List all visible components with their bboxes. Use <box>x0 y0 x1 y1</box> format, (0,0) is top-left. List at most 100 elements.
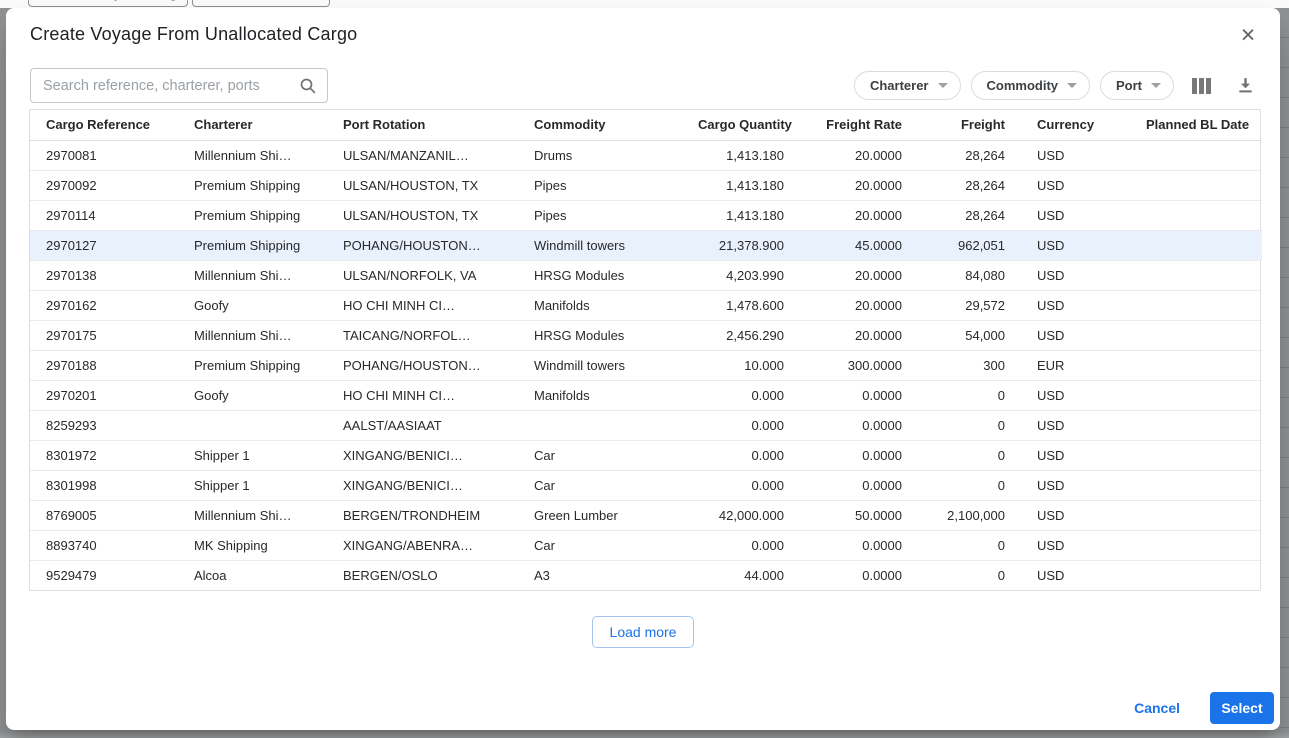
search-input[interactable] <box>43 77 299 94</box>
cell-port_rotation: BERGEN/OSLO <box>343 567 438 583</box>
cell-cargo_quantity: 0.000 <box>682 530 800 561</box>
table-row[interactable]: 2970162 Goofy HO CHI MINH CI… Manifolds 1,47… <box>30 290 1262 321</box>
cell-ref: 2970188 <box>30 350 178 381</box>
cell-currency: USD <box>1021 170 1130 201</box>
cell-cargo_quantity: 44.000 <box>744 567 784 583</box>
cell-port_rotation: XINGANG/BENICI… <box>327 440 518 471</box>
cell-freight: 29,572 <box>918 290 1021 321</box>
cell-commodity: Windmill towers <box>518 230 682 261</box>
cell-cargo_quantity: 21,378.900 <box>682 230 800 261</box>
cell-currency: USD <box>1021 440 1130 471</box>
cell-freight_rate: 300.0000 <box>800 350 918 381</box>
close-icon[interactable]: × <box>1230 18 1266 54</box>
cell-cargo_quantity: 10.000 <box>682 350 800 381</box>
commodity-filter-dropdown[interactable]: Commodity <box>970 71 1090 100</box>
column-header-charterer[interactable]: Charterer <box>178 110 327 141</box>
cell-port_rotation: AALST/AASIAAT <box>327 410 518 441</box>
cell-commodity: HRSG Modules <box>518 320 682 351</box>
toolbar: Charterer Commodity Port <box>30 68 1262 104</box>
column-header-planned_bl_date[interactable]: Planned BL Date <box>1130 110 1262 141</box>
column-header-cargo_quantity[interactable]: Cargo Quantity <box>682 110 800 141</box>
table-row[interactable]: 8259293 AALST/AASIAAT 0.000 0.0000 0 USD <box>30 410 1262 441</box>
column-header-freight[interactable]: Freight <box>918 110 1021 141</box>
cell-cargo_quantity: 1,478.600 <box>682 290 800 321</box>
cell-commodity: Car <box>518 470 682 501</box>
cell-freight_rate: 20.0000 <box>800 290 918 321</box>
cell-currency: USD <box>1021 500 1130 531</box>
cell-commodity: Pipes <box>518 200 682 231</box>
column-header-currency[interactable]: Currency <box>1021 110 1130 141</box>
table-row[interactable]: 8301998 Shipper 1 XINGANG/BENICI… Car 0.000 0… <box>30 470 1262 501</box>
cell-planned_bl_date <box>1130 290 1262 321</box>
column-header-freight_rate[interactable]: Freight Rate <box>800 110 918 141</box>
table-row[interactable]: 2970092 Premium Shipping ULSAN/HOUSTON, TX… <box>30 170 1262 201</box>
table-row[interactable]: 2970081 Millennium Shi… ULSAN/MANZANIL… Dru… <box>30 140 1262 171</box>
charterer-filter-dropdown[interactable]: Charterer <box>853 71 961 100</box>
cell-ref: 8301972 <box>30 440 178 471</box>
cell-charterer: Millennium Shi… <box>178 260 327 291</box>
table-row[interactable]: 2970127 Premium Shipping POHANG/HOUSTON… Wi… <box>30 230 1262 261</box>
cell-freight: 28,264 <box>918 140 1021 171</box>
cell-ref: 2970092 <box>30 170 178 201</box>
table-row[interactable]: 8769005 Millennium Shi… BERGEN/TRONDHEIM Gr… <box>30 500 1262 531</box>
create-voyage-dialog: Create Voyage From Unallocated Cargo × C… <box>6 8 1280 730</box>
cell-freight: 54,000 <box>918 320 1021 351</box>
cancel-button[interactable]: Cancel <box>1126 694 1188 722</box>
search-icon <box>299 77 317 95</box>
table-row[interactable]: 2970201 Goofy HO CHI MINH CI… Manifolds 0.00… <box>30 380 1262 411</box>
cell-cargo_quantity: 4,203.990 <box>682 260 800 291</box>
cell-freight: 28,264 <box>918 200 1021 231</box>
load-more-button[interactable]: Load more <box>591 616 695 648</box>
cell-currency: USD <box>1021 410 1130 441</box>
dialog-footer: Cancel Select <box>1126 692 1274 724</box>
cell-currency: USD <box>1021 470 1130 501</box>
chevron-down-icon <box>937 83 948 88</box>
cell-currency: USD <box>1021 290 1130 321</box>
cell-planned_bl_date <box>1130 230 1262 261</box>
cell-ref: 2970162 <box>30 290 178 321</box>
toolbar-filters: Charterer Commodity Port <box>853 71 1262 100</box>
cell-planned_bl_date <box>1130 380 1262 411</box>
column-header-ref[interactable]: Cargo Reference <box>30 110 178 141</box>
cell-planned_bl_date <box>1130 530 1262 561</box>
cell-cargo_quantity: 0.000 <box>682 410 800 441</box>
table-row[interactable]: 8301972 Shipper 1 XINGANG/BENICI… Car 0.000 0… <box>30 440 1262 471</box>
cell-charterer: Premium Shipping <box>178 230 327 261</box>
cell-charterer: Millennium Shi… <box>178 500 327 531</box>
download-button[interactable] <box>1228 71 1262 100</box>
cell-port_rotation: HO CHI MINH CI… <box>327 290 518 321</box>
table-row[interactable]: 2970138 Millennium Shi… ULSAN/NORFOLK, VA H… <box>30 260 1262 291</box>
select-button[interactable]: Select <box>1210 692 1274 724</box>
cell-freight: 84,080 <box>918 260 1021 291</box>
table-row[interactable]: 8893740 MK Shipping XINGANG/ABENRA… Car 0.00… <box>30 530 1262 561</box>
cell-planned_bl_date <box>1130 200 1262 231</box>
table-row[interactable]: 2970188 Premium Shipping POHANG/HOUSTON… Wi… <box>30 350 1262 381</box>
cell-port_rotation: XINGANG/ABENRA… <box>327 530 518 561</box>
cell-freight_rate: 20.0000 <box>800 140 918 171</box>
column-header-port_rotation[interactable]: Port Rotation <box>327 110 518 141</box>
cell-freight: 0 <box>918 440 1021 471</box>
cell-planned_bl_date <box>1130 500 1262 531</box>
cell-charterer <box>178 410 327 441</box>
column-header-commodity[interactable]: Commodity <box>518 110 682 141</box>
table-row[interactable]: 9529479 Alcoa BERGEN/OSLO A3 44.000 0.0000 0 US… <box>30 560 1262 590</box>
table-row[interactable]: 2970175 Millennium Shi… TAICANG/NORFOL… HRS… <box>30 320 1262 351</box>
cell-planned_bl_date <box>1130 470 1262 501</box>
load-more-row: Load more <box>6 616 1280 648</box>
cell-port_rotation: POHANG/HOUSTON… <box>327 350 518 381</box>
cell-currency: USD <box>1021 260 1130 291</box>
cell-planned_bl_date <box>1130 440 1262 471</box>
table-row[interactable]: 2970114 Premium Shipping ULSAN/HOUSTON, TX… <box>30 200 1262 231</box>
cell-freight_rate: 20.0000 <box>800 170 918 201</box>
view-columns-button[interactable] <box>1184 71 1218 100</box>
cell-freight_rate: 0.0000 <box>862 567 902 583</box>
cell-charterer: Premium Shipping <box>178 350 327 381</box>
download-icon <box>1237 77 1254 94</box>
cell-port_rotation: BERGEN/TRONDHEIM <box>327 500 518 531</box>
cell-ref: 8301998 <box>30 470 178 501</box>
charterer-filter-label: Charterer <box>869 78 929 93</box>
cell-freight_rate: 20.0000 <box>800 200 918 231</box>
port-filter-label: Port <box>1116 78 1142 93</box>
port-filter-dropdown[interactable]: Port <box>1100 71 1174 100</box>
cell-port_rotation: POHANG/HOUSTON… <box>327 230 518 261</box>
